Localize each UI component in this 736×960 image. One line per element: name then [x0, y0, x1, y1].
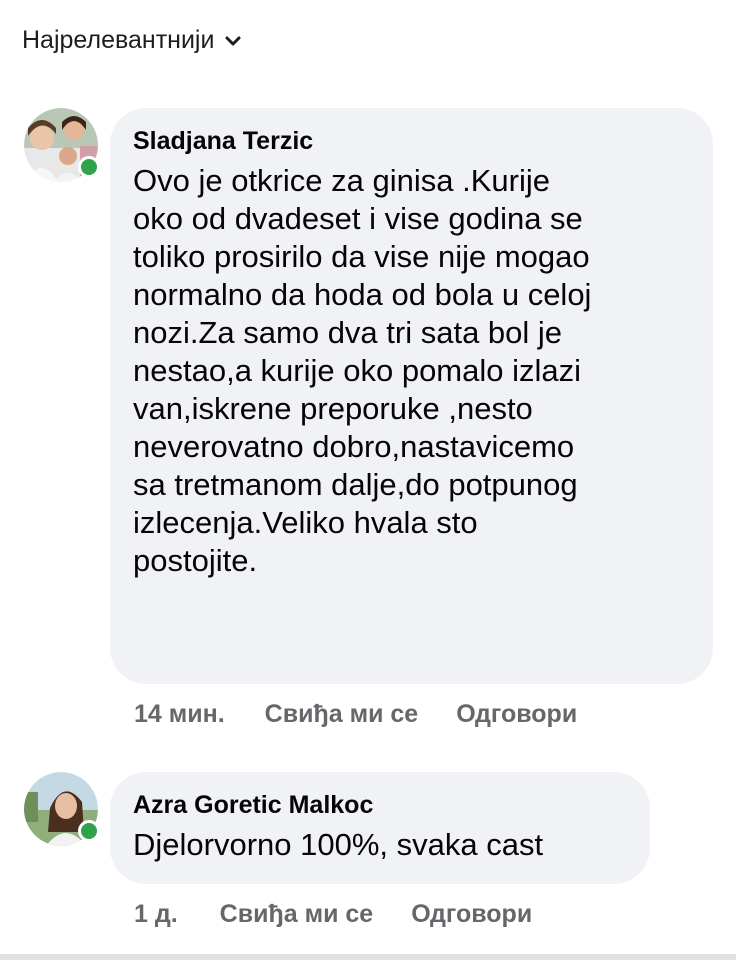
comment-text-line: normalno da hoda od bola u celoj — [133, 277, 592, 312]
comment-text-line: van,iskrene preporuke ,nesto — [133, 391, 533, 426]
comment-timestamp[interactable]: 14 мин. — [134, 700, 225, 729]
comment-bubble[interactable]: Sladjana Terzic Ovo je otkrice za ginisa… — [110, 108, 713, 684]
comment-text-line: toliko prosirilo da vise nije mogao — [133, 239, 590, 274]
like-button[interactable]: Свиђа ми се — [220, 900, 374, 929]
avatar[interactable] — [24, 108, 100, 182]
chevron-down-icon — [225, 36, 241, 45]
comment-actions: 1 д. Свиђа ми се Одговори — [134, 900, 532, 929]
sort-dropdown[interactable]: Најрелевантнији — [22, 26, 242, 55]
online-status-dot — [78, 820, 100, 842]
comment-text-line: oko od dvadeset i vise godina se — [133, 201, 583, 236]
comment-text: Djelorvorno 100%, svaka cast — [133, 826, 628, 864]
comment-text-line: Djelorvorno 100%, svaka cast — [133, 827, 544, 862]
online-status-dot — [78, 156, 100, 178]
comment-text: Ovo je otkrice za ginisa .Kurije oko od … — [133, 162, 691, 580]
comment-actions: 14 мин. Свиђа ми се Одговори — [134, 700, 577, 729]
sort-label: Најрелевантнији — [22, 26, 215, 54]
comment-text-line: neverovatno dobro,nastavicemo — [133, 429, 575, 464]
comment-text-line: Ovo je otkrice za ginisa .Kurije — [133, 163, 550, 198]
comment-text-line: izlecenja.Veliko hvala sto — [133, 505, 478, 540]
comments-panel: Најрелевантнији Sladjana Terzic Ovo je o… — [0, 0, 736, 960]
comment-text-line: nestao,a kurije oko pomalo izlazi — [133, 353, 582, 388]
comment-bubble[interactable]: Azra Goretic Malkoc Djelorvorno 100%, sv… — [110, 772, 650, 884]
comment-timestamp[interactable]: 1 д. — [134, 900, 178, 929]
comment-author[interactable]: Sladjana Terzic — [133, 126, 691, 156]
comment-author[interactable]: Azra Goretic Malkoc — [133, 790, 628, 820]
comment-text-line: postojite. — [133, 543, 258, 578]
reply-button[interactable]: Одговори — [456, 700, 577, 729]
like-button[interactable]: Свиђа ми се — [265, 700, 419, 729]
comment-text-line: nozi.Za samo dva tri sata bol je — [133, 315, 563, 350]
reply-button[interactable]: Одговори — [411, 900, 532, 929]
avatar[interactable] — [24, 772, 100, 846]
divider — [0, 954, 736, 960]
comment-text-line: sa tretmanom dalje,do potpunog — [133, 467, 578, 502]
